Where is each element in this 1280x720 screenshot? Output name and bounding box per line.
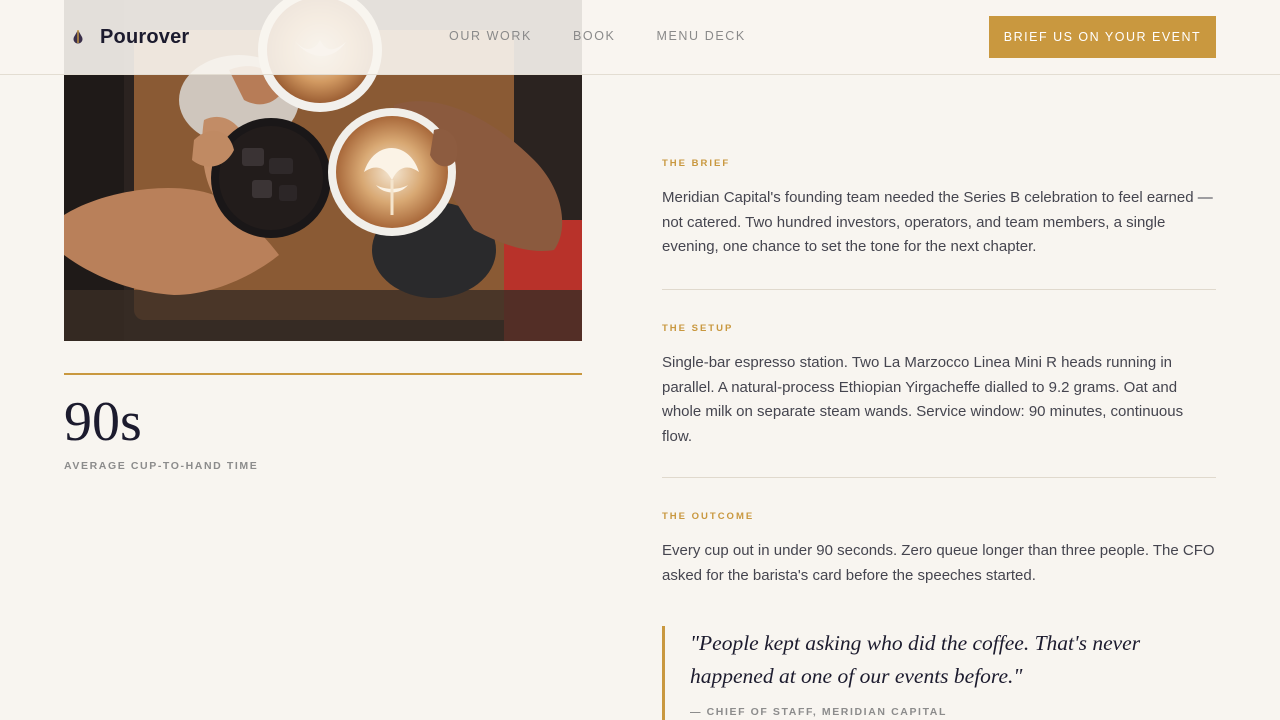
brand[interactable]: Pourover (70, 24, 189, 50)
stat-accent-rule (64, 373, 582, 375)
coffee-drop-icon (73, 30, 83, 44)
main-nav: OUR WORK BOOK MENU DECK (449, 29, 746, 43)
testimonial-attribution: — CHIEF OF STAFF, MERIDIAN CAPITAL (690, 706, 948, 718)
section-outcome: THE OUTCOME Every cup out in under 90 se… (662, 511, 1216, 588)
nav-menu-deck[interactable]: MENU DECK (656, 29, 745, 43)
section-text: Single-bar espresso station. Two La Marz… (662, 354, 1184, 445)
testimonial: "People kept asking who did the coffee. … (662, 626, 1222, 720)
testimonial-quote: "People kept asking who did the coffee. … (690, 631, 1141, 688)
section-brief: THE BRIEF Meridian Capital's founding te… (662, 158, 1216, 260)
stat-label: AVERAGE CUP-TO-HAND TIME (64, 460, 259, 472)
section-kicker: THE OUTCOME (662, 511, 755, 522)
section-text: Every cup out in under 90 seconds. Zero … (662, 542, 1215, 584)
section-divider (662, 477, 1216, 478)
nav-our-work[interactable]: OUR WORK (449, 29, 532, 43)
section-text: Meridian Capital's founding team needed … (662, 189, 1213, 255)
section-kicker: THE BRIEF (662, 158, 731, 169)
section-divider (662, 289, 1216, 290)
site-header: Pourover OUR WORK BOOK MENU DECK BRIEF U… (0, 0, 1280, 75)
nav-book[interactable]: BOOK (573, 29, 616, 43)
stat-value: 90s (64, 391, 142, 453)
case-study-page: Pourover OUR WORK BOOK MENU DECK BRIEF U… (0, 0, 1280, 720)
brief-us-button[interactable]: BRIEF US ON YOUR EVENT (989, 16, 1216, 58)
brand-name: Pourover (100, 25, 190, 48)
section-kicker: THE SETUP (662, 323, 734, 334)
section-setup: THE SETUP Single-bar espresso station. T… (662, 323, 1216, 449)
